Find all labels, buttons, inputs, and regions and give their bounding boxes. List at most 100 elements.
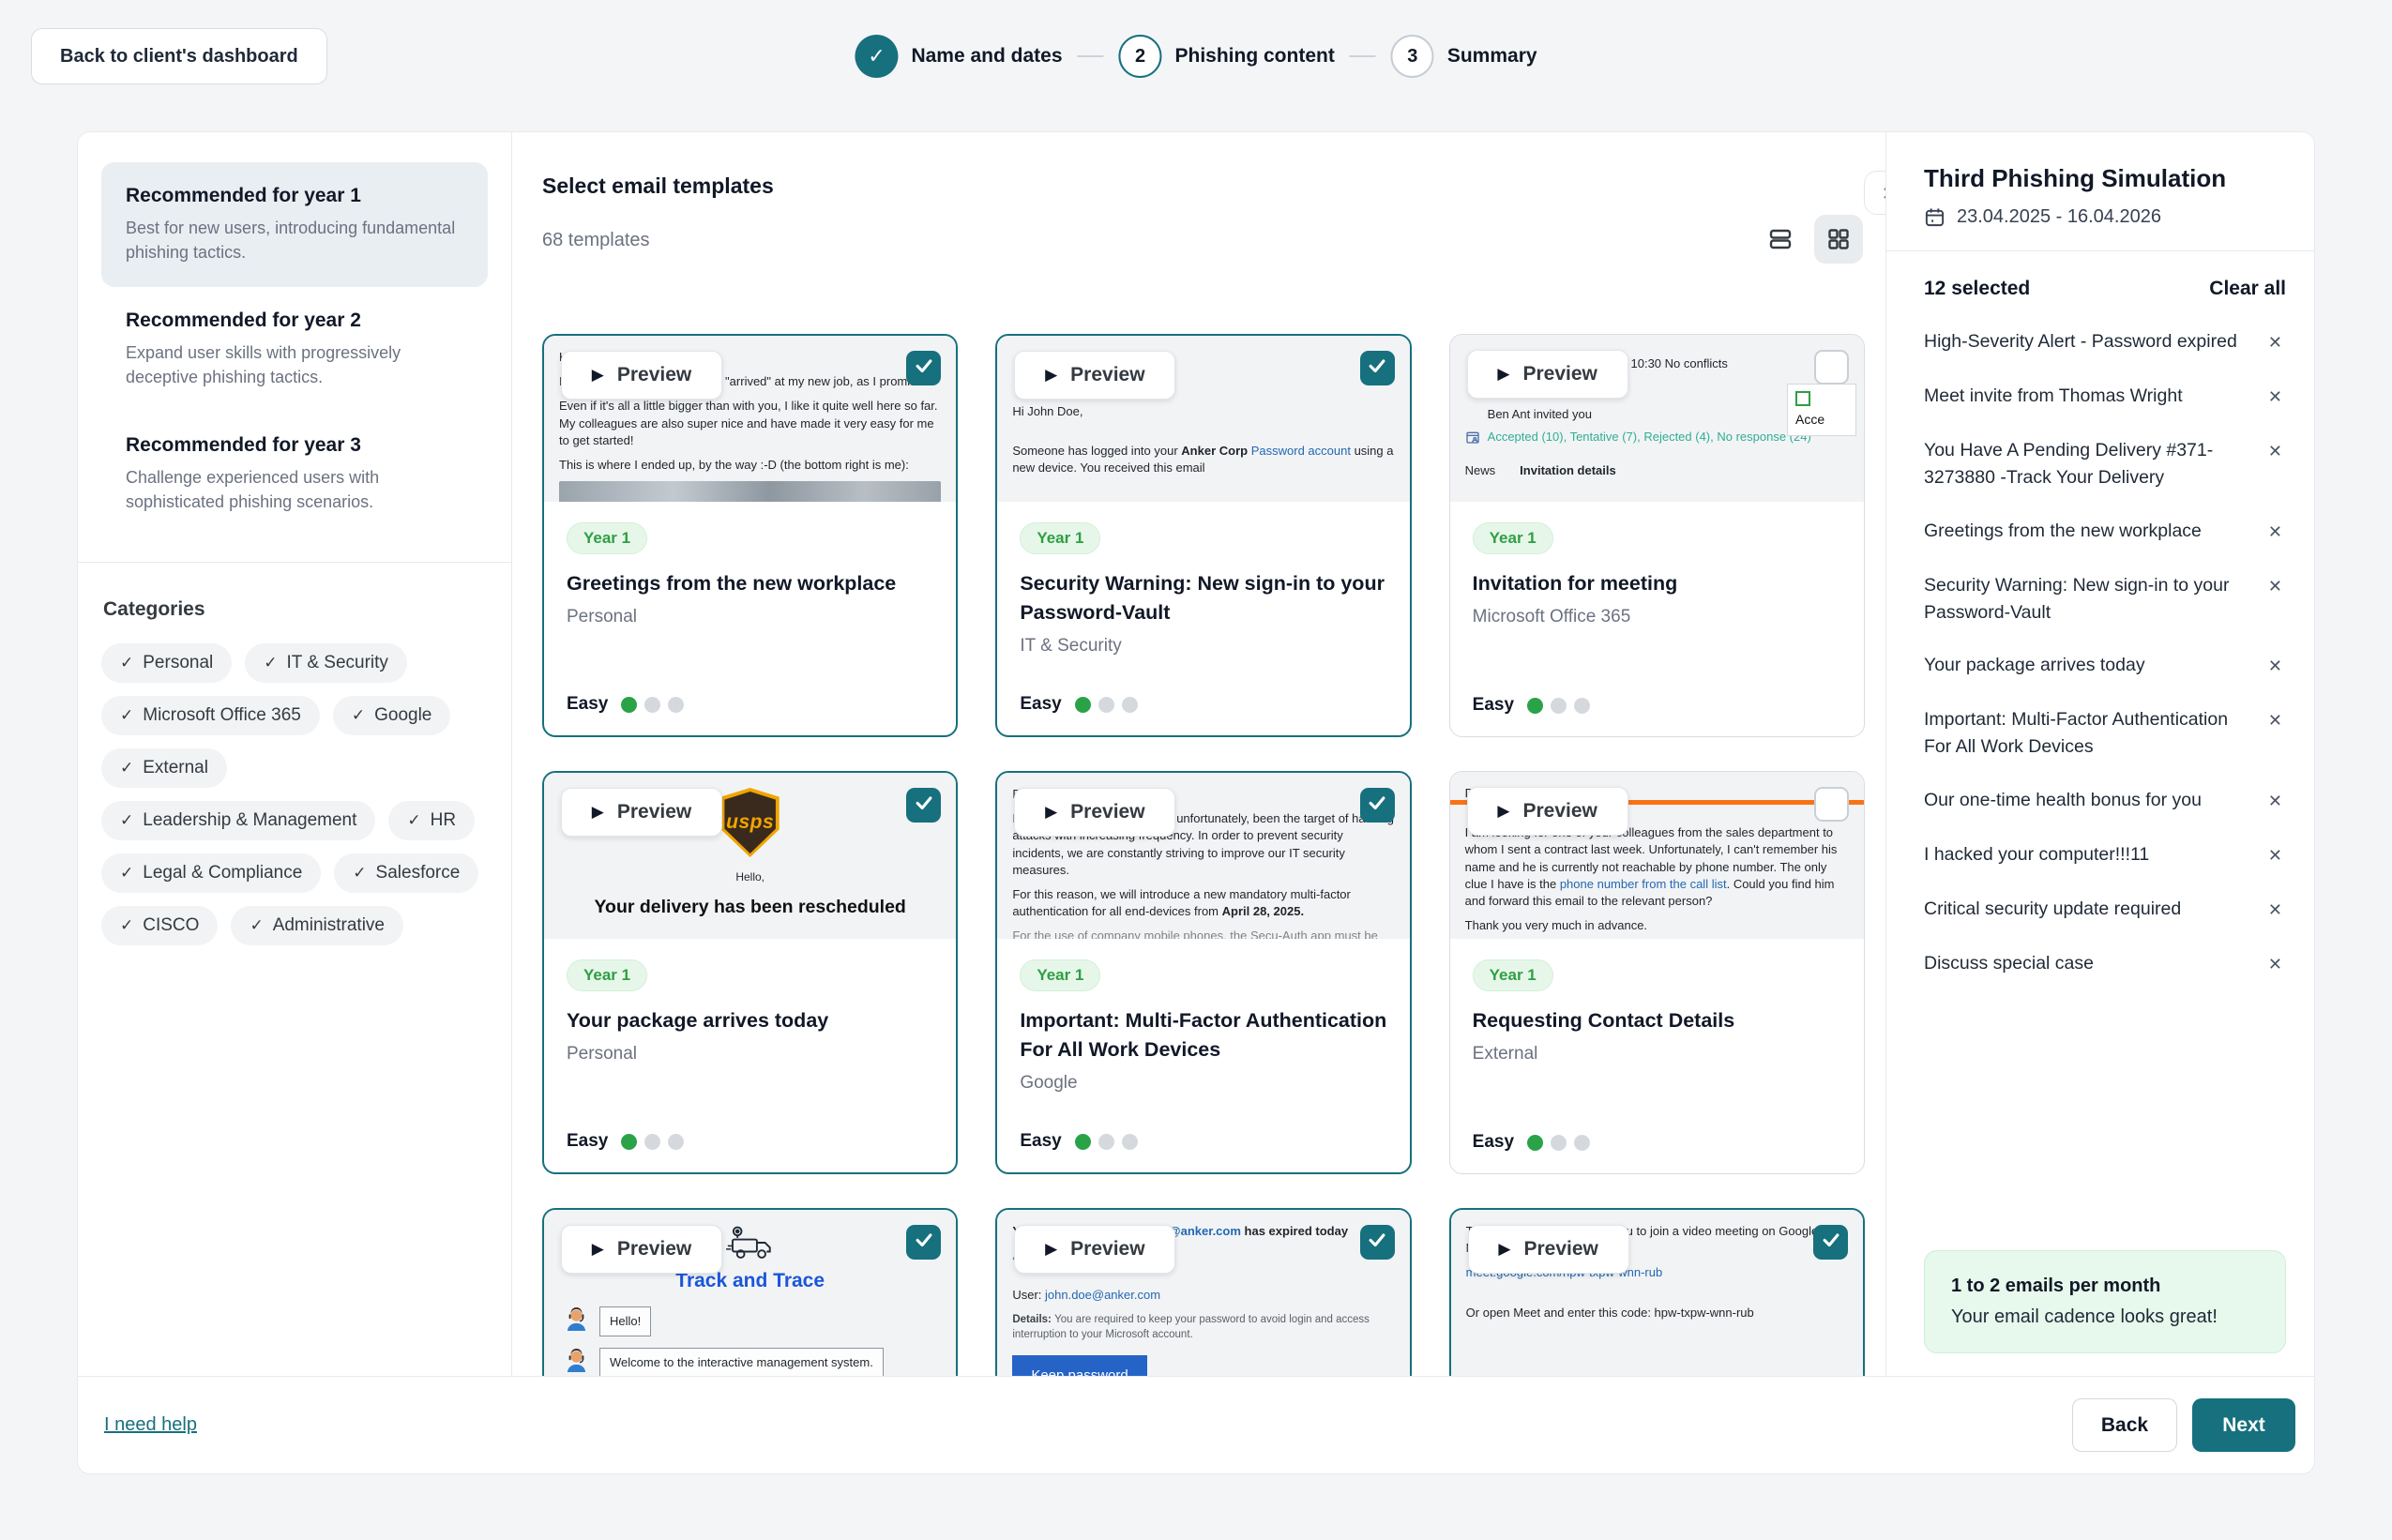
recommendation-item-year-2[interactable]: Recommended for year 2Expand user skills…: [101, 287, 488, 412]
category-chip-salesforce[interactable]: ✓Salesforce: [334, 853, 478, 893]
content-shell: Recommended for year 1Best for new users…: [77, 131, 2315, 1474]
next-button[interactable]: Next: [2192, 1398, 2295, 1452]
remove-template-button[interactable]: ✕: [2264, 706, 2286, 735]
remove-template-button[interactable]: ✕: [2264, 787, 2286, 816]
template-card[interactable]: o 10:30 No conflictsTeams MeetingBen Ant…: [1449, 334, 1865, 737]
selected-template-name: You Have A Pending Delivery #371-3273880…: [1924, 437, 2251, 492]
preview-button[interactable]: ▶Preview: [1468, 1225, 1629, 1274]
preview-text-line: For the use of company mobile phones, th…: [1012, 928, 1394, 939]
back-to-dashboard-button[interactable]: Back to client's dashboard: [31, 28, 327, 84]
inline-link[interactable]: Password account: [1251, 444, 1351, 458]
template-picker: Select email templates 68 templates Hell…: [512, 132, 1886, 1376]
category-chip-google[interactable]: ✓Google: [333, 696, 451, 735]
preview-button[interactable]: ▶Preview: [561, 1225, 722, 1274]
template-card[interactable]: Thomas Wright has invited you to join a …: [1449, 1208, 1865, 1376]
template-card[interactable]: Dear Sir or Madam,I am looking for one o…: [1449, 771, 1865, 1174]
preview-button[interactable]: ▶Preview: [561, 788, 722, 837]
step-label: Summary: [1447, 45, 1537, 68]
remove-template-button[interactable]: ✕: [2264, 437, 2286, 466]
wizard-footer: I need help Back Next: [78, 1376, 2314, 1473]
clear-all-button[interactable]: Clear all: [2209, 278, 2286, 300]
category-chip-label: IT & Security: [287, 653, 388, 673]
template-checkbox-checked[interactable]: [906, 351, 941, 385]
text-segment: Even if it's all a little bigger than wi…: [559, 399, 938, 446]
category-chip-hr[interactable]: ✓HR: [388, 801, 475, 840]
template-scroll-area[interactable]: Hello everyone,I wanted to get in touch …: [542, 334, 1865, 1376]
template-card[interactable]: Your password to john.doe@anker.com has …: [995, 1208, 1411, 1376]
category-chip-administrative[interactable]: ✓Administrative: [231, 906, 403, 945]
template-checkbox-unchecked[interactable]: [1814, 350, 1849, 385]
help-link[interactable]: I need help: [104, 1414, 197, 1436]
meeting-detail-text: Ben Ant invited you: [1488, 406, 1592, 423]
back-button[interactable]: Back: [2072, 1398, 2177, 1452]
template-checkbox-unchecked[interactable]: [1814, 787, 1849, 822]
check-icon: ✓: [120, 864, 133, 883]
play-icon: ▶: [592, 366, 604, 385]
template-checkbox-checked[interactable]: [1360, 1225, 1395, 1260]
template-card[interactable]: uspsHello,Your delivery has been resched…: [542, 771, 958, 1174]
grid-view-toggle[interactable]: [1814, 215, 1863, 264]
category-chip-leadership-management[interactable]: ✓Leadership & Management: [101, 801, 375, 840]
remove-template-button[interactable]: ✕: [2264, 950, 2286, 979]
usps-logo-inner: usps: [723, 792, 778, 853]
remove-template-button[interactable]: ✕: [2264, 896, 2286, 925]
collapse-panel-button[interactable]: [1864, 171, 1886, 215]
recommendation-item-year-3[interactable]: Recommended for year 3Challenge experien…: [101, 412, 488, 536]
inline-link[interactable]: phone number from the call list: [1560, 877, 1727, 891]
category-chip-personal[interactable]: ✓Personal: [101, 643, 232, 683]
template-checkbox-checked[interactable]: [1360, 788, 1395, 823]
accept-meeting-button[interactable]: Acce: [1787, 384, 1856, 436]
recommendation-item-year-1[interactable]: Recommended for year 1Best for new users…: [101, 162, 488, 287]
template-title: Greetings from the new workplace: [567, 569, 933, 598]
step-summary[interactable]: 3Summary: [1391, 35, 1537, 78]
stepper: ✓Name and dates 2Phishing content 3Summary: [855, 28, 1537, 84]
template-checkbox-checked[interactable]: [906, 1225, 941, 1260]
preview-button[interactable]: ▶Preview: [1014, 351, 1175, 400]
selected-template-name: Our one-time health bonus for you: [1924, 787, 2202, 814]
preview-text-line: Someone has logged into your Anker Corp …: [1012, 443, 1394, 476]
preview-button[interactable]: ▶Preview: [1467, 350, 1628, 399]
list-view-toggle[interactable]: [1756, 215, 1805, 264]
template-card[interactable]: Hello everyone,I wanted to get in touch …: [542, 334, 958, 737]
category-chip-label: Salesforce: [376, 863, 461, 883]
step-name-and-dates[interactable]: ✓Name and dates: [855, 35, 1062, 78]
remove-template-button[interactable]: ✕: [2264, 841, 2286, 870]
remove-template-button[interactable]: ✕: [2264, 328, 2286, 357]
remove-template-button[interactable]: ✕: [2264, 383, 2286, 412]
difficulty-dots: [621, 1134, 684, 1150]
selected-template-item: Your package arrives today✕: [1924, 652, 2286, 681]
preview-button-label: Preview: [1524, 1238, 1598, 1261]
tab-news[interactable]: News: [1465, 462, 1496, 479]
check-icon: ✓: [120, 706, 133, 725]
template-category: Microsoft Office 365: [1473, 607, 1841, 627]
template-checkbox-checked[interactable]: [1813, 1225, 1848, 1260]
preview-button[interactable]: ▶Preview: [1014, 1225, 1175, 1274]
template-card[interactable]: Hi John Doe,Someone has logged into your…: [995, 334, 1411, 737]
preview-text-line: Even if it's all a little bigger than wi…: [559, 398, 941, 449]
tab-invitation-details[interactable]: Invitation details: [1520, 462, 1616, 479]
step-label: Phishing content: [1175, 45, 1335, 68]
preview-button[interactable]: ▶Preview: [561, 351, 722, 400]
template-card[interactable]: Track and TraceHello!Welcome to the inte…: [542, 1208, 958, 1376]
template-category: Personal: [567, 1044, 933, 1064]
category-chip-it-security[interactable]: ✓IT & Security: [245, 643, 407, 683]
preview-button[interactable]: ▶Preview: [1467, 787, 1628, 836]
preview-button-label: Preview: [1070, 1238, 1144, 1261]
template-title: Security Warning: New sign-in to your Pa…: [1020, 569, 1386, 627]
selected-template-item: High-Severity Alert - Password expired✕: [1924, 328, 2286, 357]
remove-template-button[interactable]: ✕: [2264, 572, 2286, 601]
category-chip-cisco[interactable]: ✓CISCO: [101, 906, 218, 945]
selected-template-item: Important: Multi-Factor Authentication F…: [1924, 706, 2286, 762]
step-phishing-content[interactable]: 2Phishing content: [1119, 35, 1335, 78]
category-chip-microsoft-office-365[interactable]: ✓Microsoft Office 365: [101, 696, 320, 735]
template-card[interactable]: Dear colleagues,In the past, our company…: [995, 771, 1411, 1174]
preview-button[interactable]: ▶Preview: [1014, 788, 1175, 837]
remove-template-button[interactable]: ✕: [2264, 518, 2286, 547]
email-cta-button[interactable]: Keep password: [1012, 1355, 1146, 1376]
template-checkbox-checked[interactable]: [906, 788, 941, 823]
template-checkbox-checked[interactable]: [1360, 351, 1395, 385]
category-chip-external[interactable]: ✓External: [101, 748, 227, 788]
remove-template-button[interactable]: ✕: [2264, 652, 2286, 681]
inline-link[interactable]: john.doe@anker.com: [1045, 1288, 1160, 1302]
category-chip-legal-compliance[interactable]: ✓Legal & Compliance: [101, 853, 321, 893]
